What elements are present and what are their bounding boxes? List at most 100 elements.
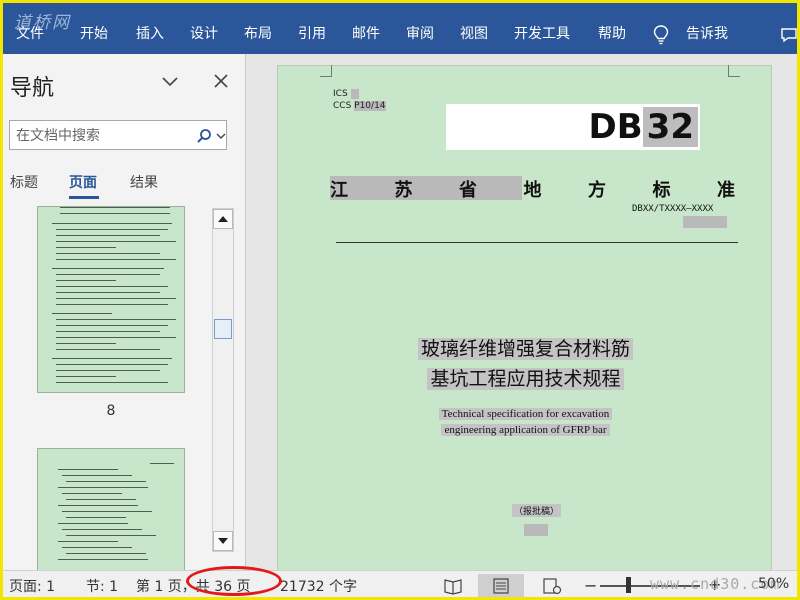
menu-help[interactable]: 帮助 [598,24,626,44]
nav-tabs: 标题 页面 结果 [0,172,246,199]
heading-char: 苏 [394,180,413,201]
status-page-count[interactable]: 第 1 页，共 36 页 [136,576,251,596]
thumbnail-text-line [66,535,156,536]
thumbnail-text-line [56,325,168,326]
thumbnail-text-line [52,268,164,269]
thumbnail-text-line [66,481,146,482]
heading-char: 地 [523,180,542,201]
thumbnail-text-line [56,382,168,383]
thumbnail-text-line [56,337,176,338]
thumbnail-text-line [58,487,148,488]
read-mode-button[interactable] [430,574,476,598]
thumbnail-text-line [56,343,116,344]
thumbnail-text-line [56,280,116,281]
db-code: DB 32 [589,104,700,150]
book-icon [444,579,462,595]
thumbnail-text-line [56,349,160,350]
thumbnail-text-line [56,247,116,248]
thumbnail-text-line [66,499,136,500]
print-layout-button[interactable] [478,574,524,598]
heading-char: 江 [330,180,348,201]
title-en-line: Technical specification for excavation [438,408,613,420]
heading-char: 标 [652,180,671,201]
scroll-thumb[interactable] [214,319,232,339]
menu-view[interactable]: 视图 [460,24,488,44]
thumbnail-text-line [56,253,160,254]
thumbnail-text-line [58,469,118,470]
title-cn-line: 玻璃纤维增强复合材料筋 [417,338,633,360]
search-box [9,120,227,150]
crop-mark [728,65,740,77]
menu-home[interactable]: 开始 [80,24,108,44]
thumbnail-text-line [56,235,160,236]
standard-number-highlight [683,216,727,228]
search-input[interactable] [16,126,186,146]
thumbnail-text-line [52,313,112,314]
comment-icon[interactable] [780,26,798,44]
scroll-down-button[interactable] [213,531,233,551]
zoom-slider-handle[interactable] [626,577,631,593]
thumbnail-page-number: 8 [106,403,116,419]
chevron-down-icon[interactable] [216,131,226,141]
thumbnail-text-line [58,541,118,542]
title-en-line: engineering application of GFRP bar [441,424,610,436]
ics-code-highlight [350,88,359,99]
thumbnail-text-line [56,370,160,371]
document-page[interactable]: ICS CCS P10/14 DB 32 江 苏 省 地 方 标 准 DBXX/T… [277,65,772,575]
status-word-count[interactable]: 21732 个字 [280,576,357,596]
scroll-up-button[interactable] [213,209,233,229]
page-thumbnails: 8 [0,206,210,570]
tab-pages[interactable]: 页面 [69,172,97,192]
menu-mailings[interactable]: 邮件 [352,24,380,44]
active-tab-indicator [69,196,99,199]
status-section[interactable]: 节: 1 [86,576,118,596]
thumbnail-text-line [58,505,138,506]
close-icon[interactable] [212,72,230,90]
tab-results[interactable]: 结果 [130,172,158,192]
thumbnail-text-line [56,286,168,287]
page-thumbnail[interactable] [37,206,185,393]
tab-headings[interactable]: 标题 [10,172,38,192]
thumbnail-text-line [62,511,152,512]
thumbnail-text-line [150,463,174,464]
draft-label: （报批稿） [512,504,562,517]
menu-developer[interactable]: 开发工具 [514,24,570,44]
thumbnail-text-line [56,304,168,305]
menu-design[interactable]: 设计 [190,24,218,44]
lightbulb-icon[interactable] [652,24,670,46]
caret-up-icon [218,216,228,222]
thumbnail-text-line [62,475,132,476]
menu-review[interactable]: 审阅 [406,24,434,44]
ribbon-menu: 文件 开始 插入 设计 布局 引用 邮件 审阅 视图 开发工具 帮助 告诉我 [0,24,800,46]
db-code-box: DB 32 [446,104,700,150]
page-layout-icon [493,578,509,594]
thumbnail-text-line [66,553,146,554]
thumbnail-scrollbar[interactable] [212,208,234,552]
document-area[interactable]: ICS CCS P10/14 DB 32 江 苏 省 地 方 标 准 DBXX/T… [247,54,800,575]
zoom-level[interactable]: 50% [758,576,789,592]
title-chinese: 玻璃纤维增强复合材料筋 基坑工程应用技术规程 [278,334,773,394]
crop-mark [320,65,332,77]
thumbnail-text-line [56,259,176,260]
search-icon[interactable] [196,128,212,144]
thumbnail-text-line [52,358,172,359]
chevron-down-icon[interactable] [160,74,180,90]
menu-layout[interactable]: 布局 [244,24,272,44]
thumbnail-text-line [56,331,160,332]
thumbnail-text-line [56,376,116,377]
web-layout-button[interactable] [528,574,574,598]
thumbnail-text-line [58,559,148,560]
thumbnail-text-line [62,493,122,494]
ccs-code: P10/14 [354,101,386,111]
menu-file[interactable]: 文件 [16,24,44,44]
local-standard-heading: 江 苏 省 地 方 标 准 [330,176,735,201]
title-cn-line: 基坑工程应用技术规程 [427,368,624,390]
menu-tell-me[interactable]: 告诉我 [686,24,728,44]
page-thumbnail[interactable] [37,448,185,570]
nav-title: 导航 [10,76,55,101]
status-page[interactable]: 页面: 1 [9,576,55,596]
thumbnail-text-line [56,298,176,299]
menu-references[interactable]: 引用 [298,24,326,44]
menu-insert[interactable]: 插入 [136,24,164,44]
zoom-out-button[interactable]: − [584,576,597,595]
